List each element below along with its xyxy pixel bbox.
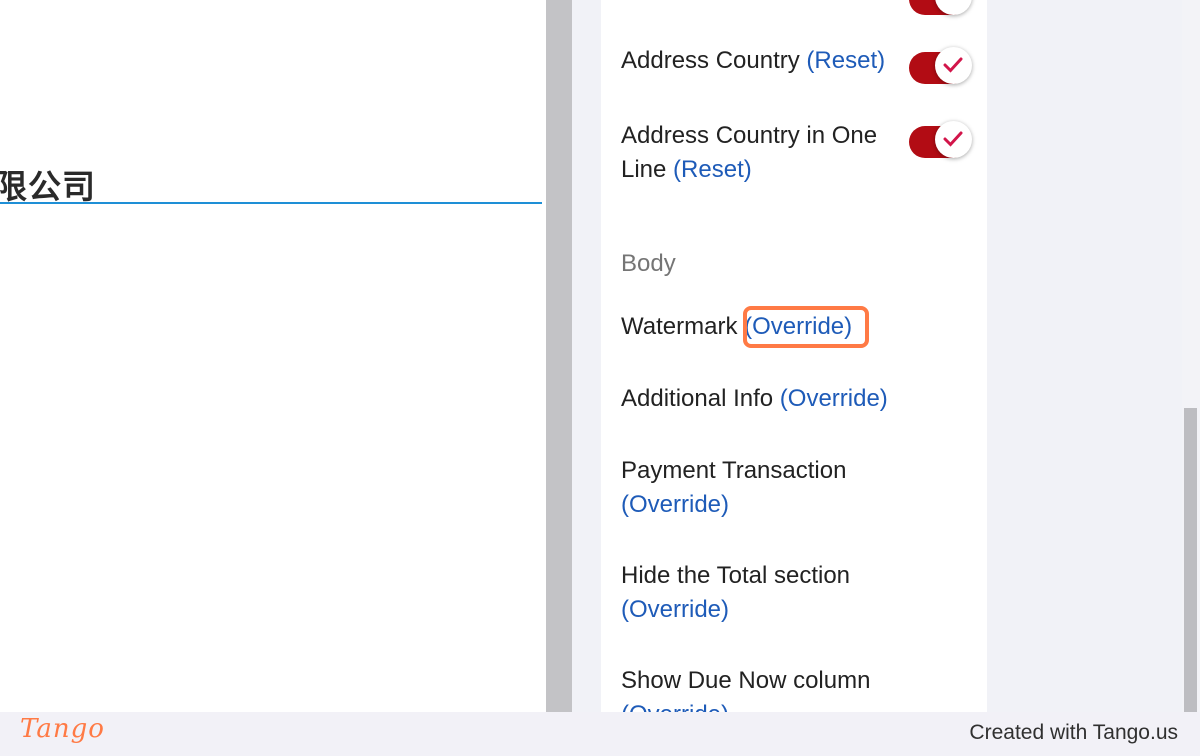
created-with-credit: Created with Tango.us [969,721,1178,744]
toggle-partial-top[interactable] [909,0,972,16]
section-heading-body: Body [621,250,676,277]
document-preview: 限公司 [0,0,546,712]
setting-label: Watermark [621,313,738,340]
setting-label: Hide the Total section [621,562,851,589]
override-link[interactable]: (Override) [780,385,888,412]
reset-link[interactable]: (Reset) [673,156,752,183]
toggle-knob [935,47,972,84]
tango-logo: Tango [20,714,105,744]
override-link[interactable]: (Override) [621,593,850,627]
preview-heading: 限公司 [0,158,542,205]
check-icon [943,131,963,147]
override-link[interactable]: (Override) [621,698,870,712]
setting-label: Address Country in One [621,122,878,149]
override-link[interactable]: (Override) [621,488,846,522]
setting-label-cont: Line [621,156,667,183]
address-country-toggle[interactable] [909,47,972,85]
settings-panel: Address Country (Reset) Address Country … [601,0,987,712]
setting-address-country: Address Country (Reset) [621,44,885,78]
setting-address-country-one-line: Address Country in One Line (Reset) [621,119,877,187]
panel-splitter[interactable] [546,0,572,712]
setting-label: Address Country [621,47,800,74]
setting-label: Payment Transaction [621,457,847,484]
setting-payment-transaction: Payment Transaction (Override) [621,454,846,522]
setting-label: Show Due Now column [621,667,871,694]
footer-bar: Tango Created with Tango.us [0,712,1200,756]
toggle-knob [935,121,972,158]
preview-heading-text: 限公司 [0,168,96,205]
setting-show-due-now: Show Due Now column (Override) [621,664,870,712]
address-country-one-line-toggle[interactable] [909,121,972,159]
setting-label: Additional Info [621,385,774,412]
setting-watermark: Watermark (Override) [621,310,852,344]
override-link[interactable]: (Override) [744,313,852,340]
scrollbar-thumb[interactable] [1184,408,1197,712]
setting-hide-total: Hide the Total section (Override) [621,559,850,627]
setting-additional-info: Additional Info (Override) [621,382,888,416]
reset-link[interactable]: (Reset) [806,47,885,74]
check-icon [943,57,963,73]
